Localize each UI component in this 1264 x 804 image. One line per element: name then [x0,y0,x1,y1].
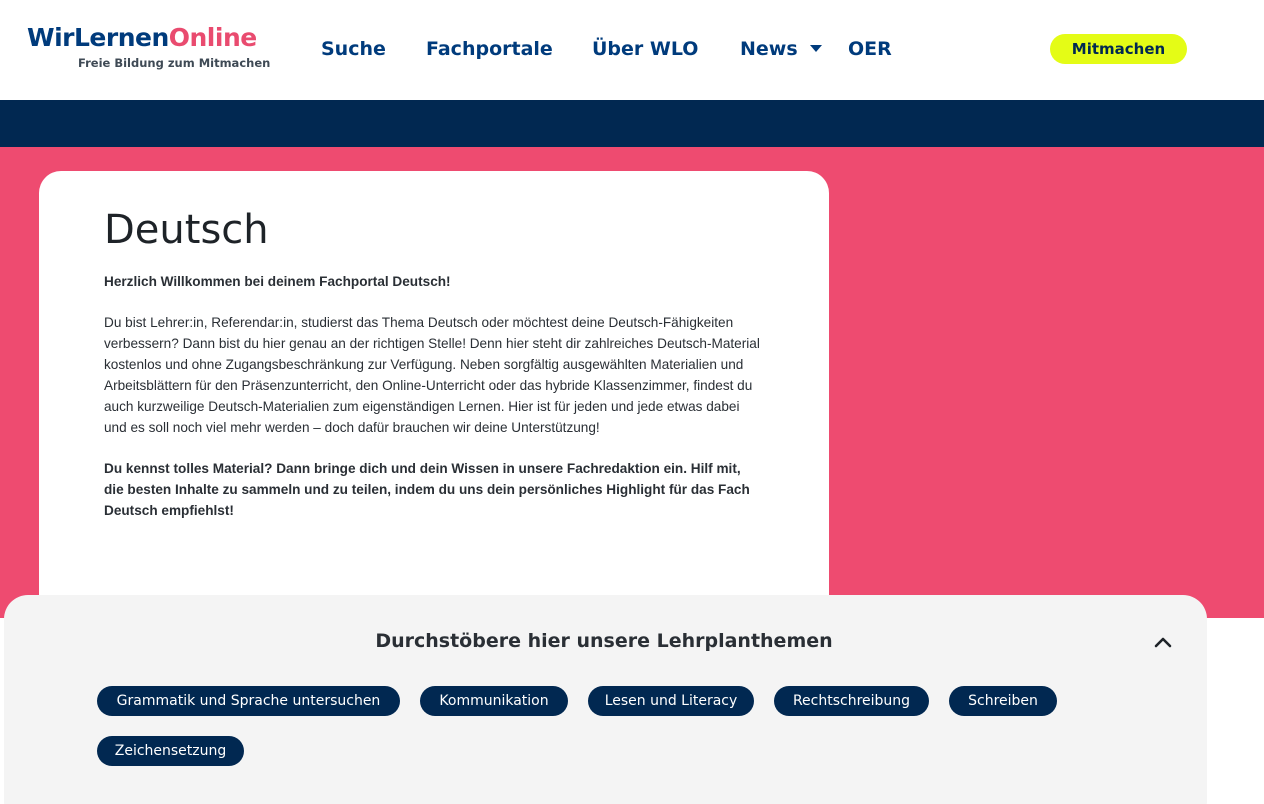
topic-chip-lesen[interactable]: Lesen und Literacy [588,686,754,716]
welcome-text: Herzlich Willkommen bei deinem Fachporta… [104,274,451,289]
site-logo[interactable]: WirLernenOnline Freie Bildung zum Mitmac… [27,22,271,78]
intro-text: Herzlich Willkommen bei deinem Fachporta… [104,271,764,541]
site-header: WirLernenOnline Freie Bildung zum Mitmac… [0,0,1264,100]
topics-panel: Durchstöbere hier unsere Lehrplanthemen … [4,595,1207,804]
logo-wordmark-part1: WirLernen [27,23,169,52]
logo-wordmark-part2: Online [168,23,257,52]
navy-band [0,100,1264,147]
mitmachen-button[interactable]: Mitmachen [1050,34,1187,64]
logo-tagline: Freie Bildung zum Mitmachen [78,56,271,70]
topic-chip-kommunikation[interactable]: Kommunikation [420,686,568,716]
intro-card: Deutsch Herzlich Willkommen bei deinem F… [39,171,829,631]
nav-oer[interactable]: OER [848,36,892,62]
page-title: Deutsch [104,207,269,253]
chevron-up-icon[interactable] [1152,633,1174,651]
nav-ueber-wlo[interactable]: Über WLO [592,36,698,62]
call-to-action-text: Du kennst tolles Material? Dann bringe d… [104,461,750,518]
page: WirLernenOnline Freie Bildung zum Mitmac… [0,0,1264,804]
topic-chip-rechtschreibung[interactable]: Rechtschreibung [774,686,929,716]
nav-fachportale[interactable]: Fachportale [426,36,553,62]
nav-suche[interactable]: Suche [321,36,386,62]
topic-chip-grammatik[interactable]: Grammatik und Sprache untersuchen [97,686,400,716]
topic-chip-schreiben[interactable]: Schreiben [949,686,1057,716]
topics-heading: Durchstöbere hier unsere Lehrplanthemen [375,630,833,652]
caret-down-icon[interactable] [810,45,822,52]
intro-body: Du bist Lehrer:in, Referendar:in, studie… [104,315,760,435]
topic-chip-zeichensetzung[interactable]: Zeichensetzung [97,736,244,766]
logo-wordmark: WirLernenOnline [27,22,267,54]
nav-news[interactable]: News [740,36,798,62]
